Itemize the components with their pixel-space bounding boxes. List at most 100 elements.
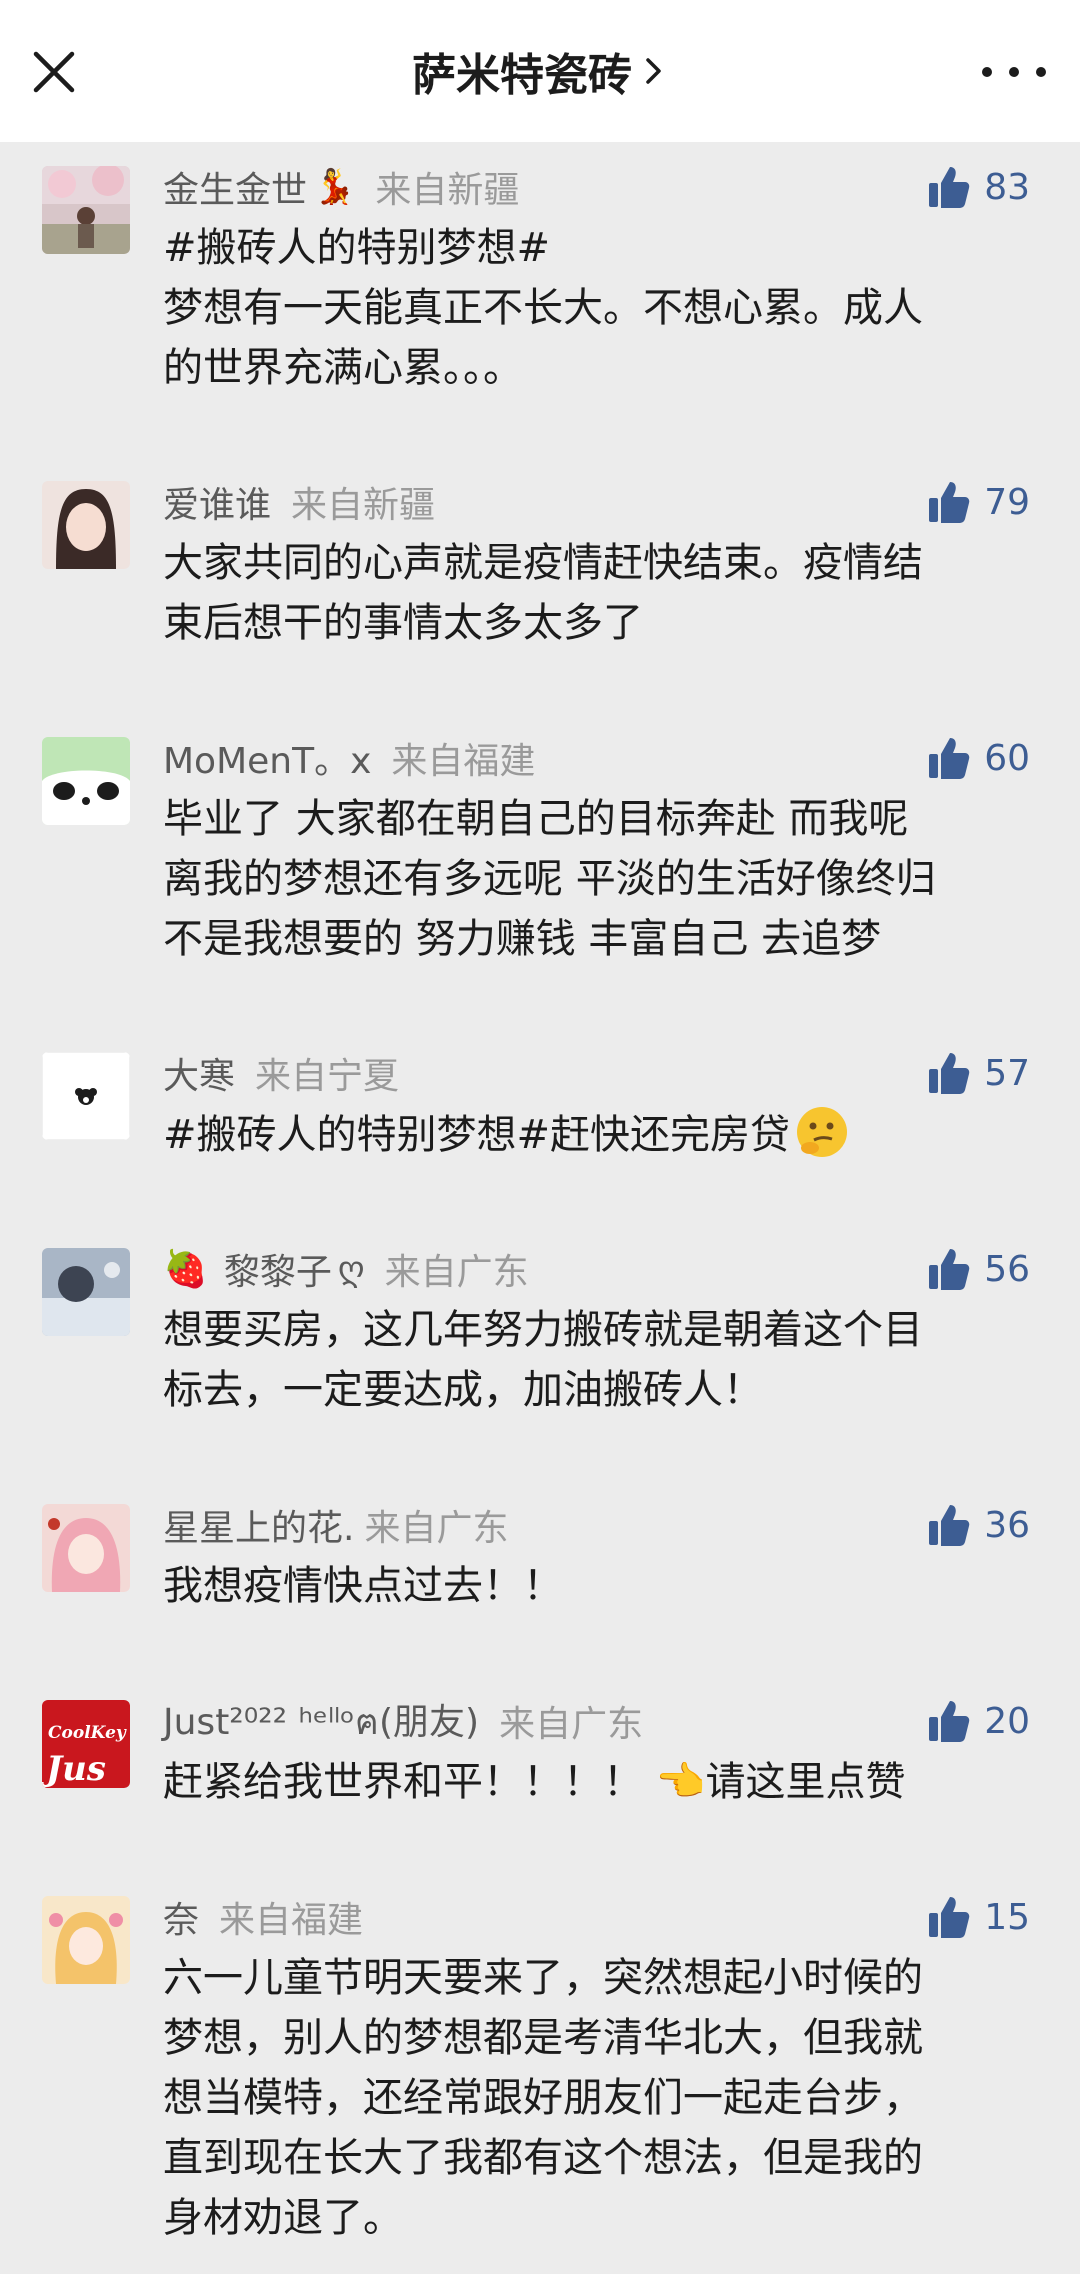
comment-line: 想要买房，这几年努力搬砖就是朝着这个目 [163,1307,923,1353]
nickname[interactable]: 爱谁谁 [163,476,271,528]
like-button[interactable]: 57 [928,1048,1030,1098]
comment-meta: 🍓 黎黎子 ღ 来自广东 [163,1244,529,1294]
thumbs-up-icon [929,738,970,779]
like-count: 36 [984,1504,1030,1546]
comment-text: 我想疫情快点过去！！ [163,1556,1043,1616]
avatar[interactable] [42,1248,130,1336]
comment-line: 大家共同的心声就是疫情赶快结束。疫情结 [163,540,923,586]
comment-line: 我想疫情快点过去！！ [163,1563,563,1609]
comment-meta: 奈 来自福建 [163,1892,363,1942]
more-dot-icon [1036,67,1046,77]
svg-text:Jus: Jus [42,1749,106,1788]
comment-item: MoMenT。x 来自福建 60 毕业了 大家都在朝自己的目标奔赴 而我呢 离我… [0,713,1080,1028]
comment-item: 星星上的花. 来自广东 36 我想疫情快点过去！！ [0,1480,1080,1676]
avatar[interactable] [42,1504,130,1592]
thinking-emoji-icon [797,1107,848,1157]
comment-text: 赶紧给我世界和平！！！！ 👈请这里点赞 [163,1752,1043,1812]
nickname-badge: ღ [337,1249,365,1289]
like-count: 60 [984,737,1030,779]
avatar[interactable] [42,1896,130,1984]
comment-line: 直到现在长大了我都有这个想法，但是我的 [163,2135,923,2181]
more-dot-icon [1009,67,1019,77]
location: 来自福建 [391,741,536,782]
location: 来自广东 [499,1704,644,1745]
page-title-text: 萨米特瓷砖 [412,50,632,101]
like-count: 20 [984,1700,1030,1742]
top-bar: 萨米特瓷砖 [0,0,1080,142]
like-count: 15 [984,1896,1030,1938]
nickname[interactable]: 星星上的花. [163,1499,354,1551]
comment-item: 奈 来自福建 15 六一儿童节明天要来了，突然想起小时候的 梦想，别人的梦想都是… [0,1872,1080,2274]
comment-item: 大寒 来自宁夏 57 #搬砖人的特别梦想#赶快还完房贷 [0,1028,1080,1224]
comment-line: 六一儿童节明天要来了，突然想起小时候的 [163,1955,923,2001]
like-button[interactable]: 79 [928,477,1030,527]
comment-item: 🍓 黎黎子 ღ 来自广东 56 想要买房，这几年努力搬砖就是朝着这个目 标去，一… [0,1224,1080,1480]
location: 来自宁夏 [255,1056,400,1097]
thumbs-up-icon [929,1505,970,1546]
chevron-right-icon [646,58,661,84]
comment-line: 梦想，别人的梦想都是考清华北大，但我就 [163,2015,923,2061]
comment-meta: 金生金世 💃 来自新疆 [163,162,519,212]
more-dot-icon [982,67,992,77]
like-button[interactable]: 15 [928,1892,1030,1942]
like-button[interactable]: 20 [928,1696,1030,1746]
comment-line: 离我的梦想还有多远呢 平淡的生活好像终归 [163,856,936,902]
comment-line: 的世界充满心累。。。 [163,345,523,391]
comment-line: 束后想干的事情太多太多了 [163,600,643,646]
nickname[interactable]: 奈 [163,1891,199,1943]
location: 来自新疆 [291,485,436,526]
comment-line: #搬砖人的特别梦想#赶快还完房贷 [163,1112,791,1158]
nickname[interactable]: Just²⁰²² ʰᵉˡˡᵒฅ(朋友) [163,1693,479,1750]
like-button[interactable]: 56 [928,1244,1030,1294]
comment-meta: 爱谁谁 来自新疆 [163,477,435,527]
like-button[interactable]: 83 [928,162,1030,212]
comment-line: #搬砖人的特别梦想# [163,225,551,271]
nickname[interactable]: 黎黎子 [224,1243,332,1295]
comment-text: 大家共同的心声就是疫情赶快结束。疫情结 束后想干的事情太多太多了 [163,533,1043,653]
like-count: 56 [984,1248,1030,1290]
comment-line: 标去，一定要达成，加油搬砖人！ [163,1367,763,1413]
close-icon [33,51,75,93]
thumbs-up-icon [929,1897,970,1938]
avatar[interactable] [42,1052,130,1140]
comment-line: 不是我想要的 努力赚钱 丰富自己 去追梦 [163,916,882,962]
page-title[interactable]: 萨米特瓷砖 [412,39,668,103]
comment-text: 毕业了 大家都在朝自己的目标奔赴 而我呢 离我的梦想还有多远呢 平淡的生活好像终… [163,789,1043,969]
svg-text:CoolKey: CoolKey [48,1723,127,1743]
comment-line: 赶紧给我世界和平！！！！ 👈请这里点赞 [163,1759,906,1805]
comment-meta: Just²⁰²² ʰᵉˡˡᵒฅ(朋友) 来自广东 [163,1696,643,1746]
close-button[interactable] [26,44,82,100]
like-button[interactable]: 36 [928,1500,1030,1550]
strawberry-icon: 🍓 [163,1249,208,1290]
comment-meta: 星星上的花. 来自广东 [163,1500,508,1550]
comment-text: #搬砖人的特别梦想# 梦想有一天能真正不长大。不想心累。成人 的世界充满心累。。… [163,218,1043,398]
comment-text: 六一儿童节明天要来了，突然想起小时候的 梦想，别人的梦想都是考清华北大，但我就 … [163,1948,1043,2248]
avatar[interactable] [42,737,130,825]
comment-line: 身材劝退了。 [163,2195,403,2241]
nickname[interactable]: MoMenT。x [163,732,371,784]
thumbs-up-icon [929,1701,970,1742]
avatar[interactable] [42,166,130,254]
like-count: 79 [984,481,1030,523]
avatar[interactable]: CoolKey Jus [42,1700,130,1788]
comment-text: 想要买房，这几年努力搬砖就是朝着这个目 标去，一定要达成，加油搬砖人！ [163,1300,1043,1420]
location: 来自广东 [364,1508,509,1549]
comment-item: 爱谁谁 来自新疆 79 大家共同的心声就是疫情赶快结束。疫情结 束后想干的事情太… [0,457,1080,713]
nickname[interactable]: 金生金世 [163,161,307,213]
comment-meta: 大寒 来自宁夏 [163,1048,399,1098]
thumbs-up-icon [929,1249,970,1290]
more-options-button[interactable] [982,50,1046,94]
thumbs-up-icon [929,1053,970,1094]
comment-item: 金生金世 💃 来自新疆 83 #搬砖人的特别梦想# 梦想有一天能真正不长大。不想… [0,142,1080,457]
nickname-badge: 💃 [313,167,356,207]
location: 来自广东 [384,1252,529,1293]
thumbs-up-icon [929,167,970,208]
nickname[interactable]: 大寒 [163,1047,235,1099]
comment-item: CoolKey Jus Just²⁰²² ʰᵉˡˡᵒฅ(朋友) 来自广东 20 … [0,1676,1080,1872]
comment-line: 毕业了 大家都在朝自己的目标奔赴 而我呢 [163,796,909,842]
comment-meta: MoMenT。x 来自福建 [163,733,535,783]
avatar[interactable] [42,481,130,569]
like-button[interactable]: 60 [928,733,1030,783]
location: 来自福建 [219,1900,364,1941]
comment-line: 梦想有一天能真正不长大。不想心累。成人 [163,285,923,331]
